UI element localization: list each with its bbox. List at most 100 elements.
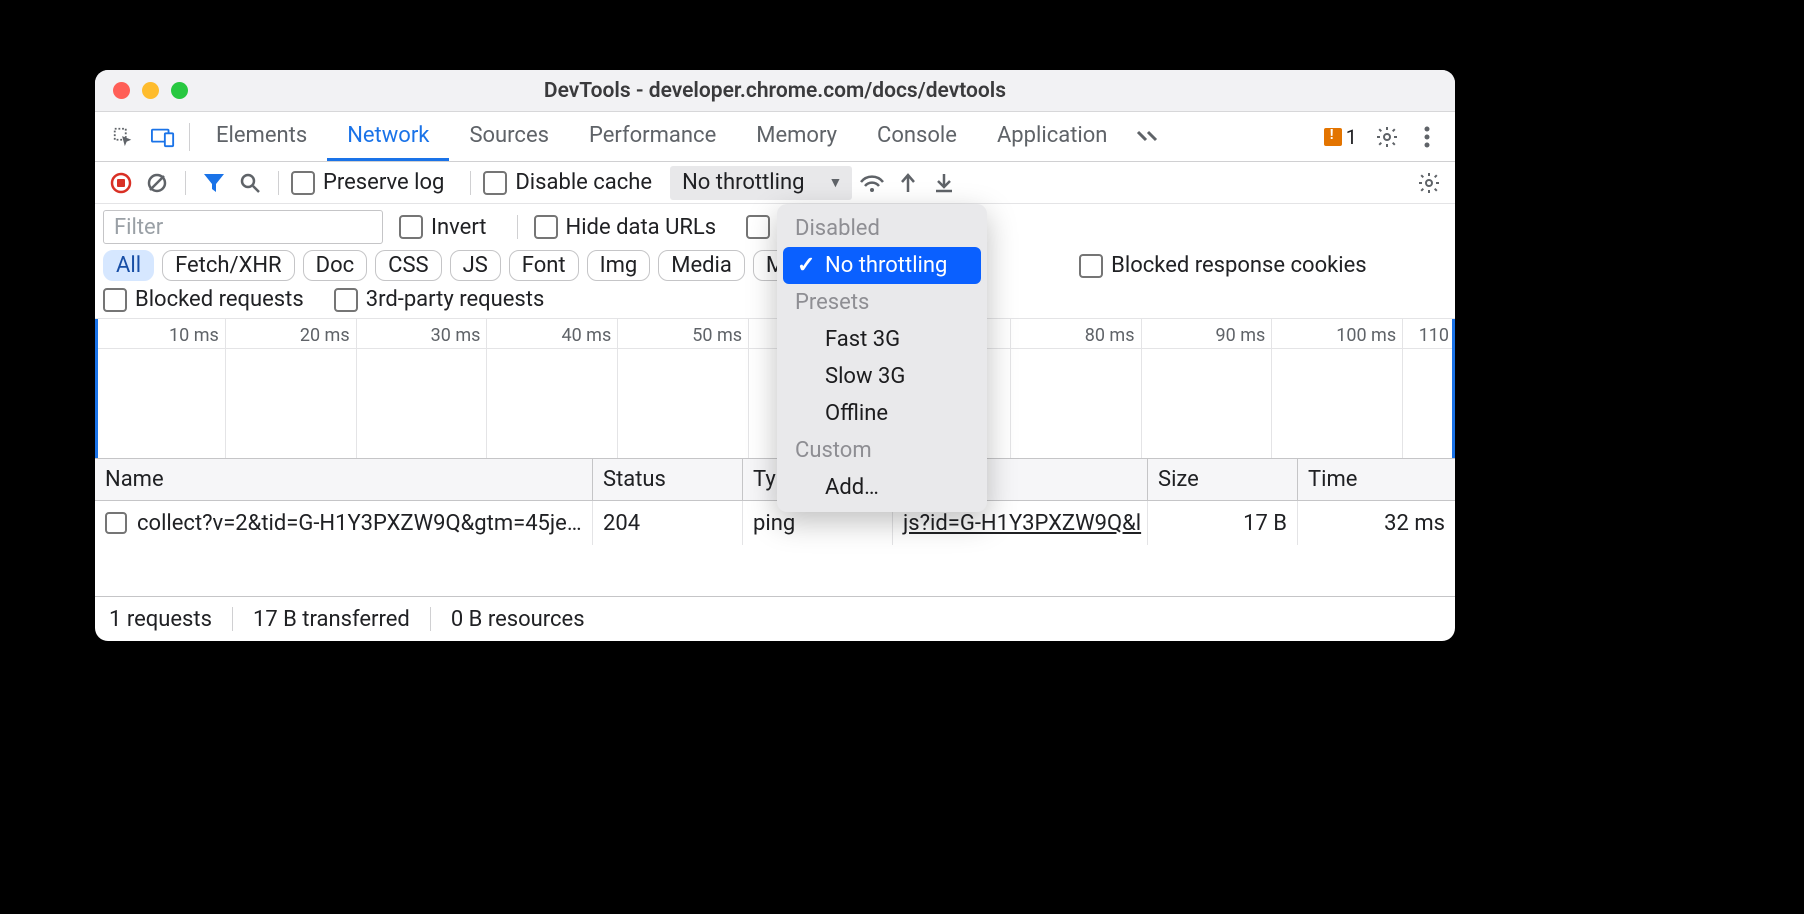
window-controls [95,82,188,99]
panel-tabs: Elements Network Sources Performance Mem… [196,112,1127,161]
col-header-time[interactable]: Time [1298,459,1455,500]
filter-icon[interactable] [198,167,230,199]
preserve-log-checkbox[interactable]: Preserve log [291,170,444,195]
third-party-label: 3rd-party requests [366,287,545,312]
separator [430,607,431,631]
checkbox-icon [291,171,315,195]
filter-type-font[interactable]: Font [509,250,579,281]
more-tabs-icon[interactable] [1129,119,1165,155]
menu-item-add-custom[interactable]: Add… [777,469,987,506]
separator [470,171,471,195]
invert-checkbox[interactable]: Invert [399,215,487,240]
col-header-name[interactable]: Name [95,459,593,500]
resource-type-filters: All Fetch/XHR Doc CSS JS Font Img Media … [103,250,865,281]
initiator-link[interactable]: js?id=G-H1Y3PXZW9Q&l [903,511,1141,536]
table-row[interactable]: collect?v=2&tid=G-H1Y3PXZW9Q&gtm=45je… 2… [95,501,1455,545]
network-conditions-icon[interactable] [856,167,888,199]
tab-sources[interactable]: Sources [449,112,569,161]
tab-network[interactable]: Network [327,112,449,161]
menu-item-fast-3g[interactable]: Fast 3G [777,321,987,358]
checkbox-icon [399,215,423,239]
tick-label: 100 ms [1336,325,1396,346]
settings-icon[interactable] [1369,119,1405,155]
network-settings-icon[interactable] [1413,167,1445,199]
disable-cache-checkbox[interactable]: Disable cache [483,170,652,195]
requests-table-header: Name Status Ty Size Time [95,459,1455,501]
status-bar: 1 requests 17 B transferred 0 B resource… [95,597,1455,641]
filter-bar: Filter Invert Hide data URLs H A [95,204,1455,319]
devtools-window: DevTools - developer.chrome.com/docs/dev… [95,70,1455,641]
filter-type-css[interactable]: CSS [375,250,441,281]
clear-button[interactable] [141,167,173,199]
filter-type-js[interactable]: JS [450,250,501,281]
filter-type-media[interactable]: Media [658,250,745,281]
network-toolbar: Preserve log Disable cache No throttling… [95,162,1455,204]
separator [517,215,518,239]
throttling-value: No throttling [682,170,804,195]
request-name: collect?v=2&tid=G-H1Y3PXZW9Q&gtm=45je… [137,511,582,536]
tick-label: 90 ms [1216,325,1266,346]
fullscreen-window-button[interactable] [171,82,188,99]
download-har-icon[interactable] [928,167,960,199]
filter-type-all[interactable]: All [103,250,154,281]
disable-cache-label: Disable cache [515,170,652,195]
warnings-badge[interactable]: 1 [1324,125,1357,149]
status-resources: 0 B resources [451,607,585,632]
tick-label: 20 ms [300,325,350,346]
kebab-menu-icon[interactable] [1409,119,1445,155]
inspect-element-icon[interactable] [105,119,141,155]
device-toolbar-icon[interactable] [145,119,181,155]
cell-size: 17 B [1148,501,1298,545]
tab-console[interactable]: Console [857,112,977,161]
titlebar: DevTools - developer.chrome.com/docs/dev… [95,70,1455,112]
status-transferred: 17 B transferred [253,607,410,632]
tab-memory[interactable]: Memory [736,112,857,161]
status-requests: 1 requests [109,607,212,632]
menu-item-no-throttling[interactable]: No throttling [783,247,981,284]
filter-input[interactable]: Filter [103,210,383,244]
checkbox-icon [334,288,358,312]
main-tabstrip: Elements Network Sources Performance Mem… [95,112,1455,162]
blocked-requests-checkbox[interactable]: Blocked requests [103,287,304,312]
blocked-response-cookies-checkbox[interactable]: Blocked response cookies [1079,253,1367,278]
upload-har-icon[interactable] [892,167,924,199]
blocked-response-cookies-label: Blocked response cookies [1111,253,1367,278]
col-header-size[interactable]: Size [1148,459,1298,500]
filter-type-doc[interactable]: Doc [303,250,368,281]
requests-table-body: collect?v=2&tid=G-H1Y3PXZW9Q&gtm=45je… 2… [95,501,1455,597]
hide-data-urls-checkbox[interactable]: Hide data URLs [534,215,717,240]
record-button[interactable] [105,167,137,199]
checkbox-icon [103,288,127,312]
cell-name: collect?v=2&tid=G-H1Y3PXZW9Q&gtm=45je… [95,501,593,545]
tick-label: 40 ms [561,325,611,346]
filter-placeholder: Filter [114,215,163,240]
menu-group-presets: Presets [777,284,987,321]
filter-type-fetch-xhr[interactable]: Fetch/XHR [162,250,295,281]
separator [189,123,190,151]
tab-application[interactable]: Application [977,112,1127,161]
warning-count: 1 [1346,125,1357,149]
close-window-button[interactable] [113,82,130,99]
tick-label: 10 ms [169,325,219,346]
throttling-menu: Disabled No throttling Presets Fast 3G S… [777,204,987,512]
separator [278,171,279,195]
preserve-log-label: Preserve log [323,170,444,195]
menu-item-offline[interactable]: Offline [777,395,987,432]
chevron-down-icon: ▼ [828,174,842,191]
blocked-requests-label: Blocked requests [135,287,304,312]
timeline-overview[interactable]: 10 ms 20 ms 30 ms 40 ms 50 ms 80 ms 90 m… [95,319,1455,459]
menu-item-slow-3g[interactable]: Slow 3G [777,358,987,395]
throttling-select[interactable]: No throttling ▼ [670,166,852,200]
third-party-checkbox[interactable]: 3rd-party requests [334,287,545,312]
col-header-status[interactable]: Status [593,459,743,500]
menu-group-custom: Custom [777,432,987,469]
search-icon[interactable] [234,167,266,199]
tick-label: 110 [1419,325,1449,346]
checkbox-icon[interactable] [105,512,127,534]
minimize-window-button[interactable] [142,82,159,99]
tab-performance[interactable]: Performance [569,112,736,161]
separator [232,607,233,631]
window-title: DevTools - developer.chrome.com/docs/dev… [95,79,1455,103]
filter-type-img[interactable]: Img [587,250,651,281]
tab-elements[interactable]: Elements [196,112,327,161]
